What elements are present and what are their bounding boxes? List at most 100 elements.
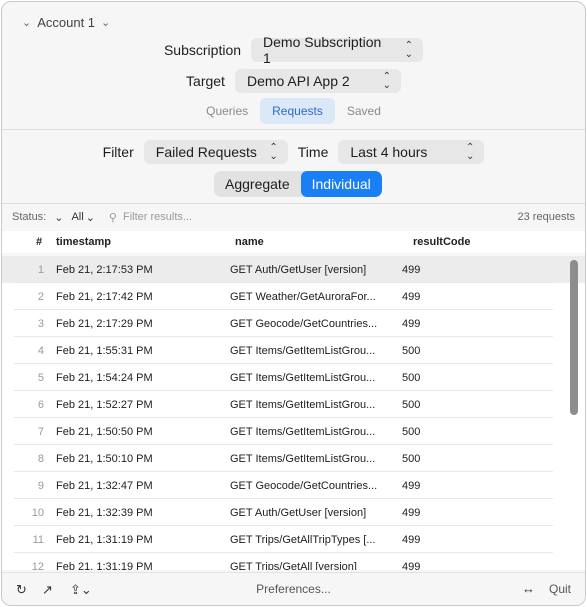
filter-select[interactable]: Failed Requests ⌃ ⌄	[143, 140, 288, 164]
col-num-header[interactable]: #	[36, 236, 42, 248]
row-result-code: 499	[402, 561, 421, 570]
aggregate-option[interactable]: Aggregate	[214, 171, 301, 197]
row-result-code: 500	[402, 372, 421, 384]
row-result-code: 499	[402, 480, 421, 492]
quit-button[interactable]: Quit	[549, 582, 571, 596]
search-icon: ⚲	[108, 211, 117, 224]
filter-label: Filter	[102, 144, 134, 160]
status-filter-bar: Status: ⌄ All ⌄ ⚲ Filter results... 23 r…	[2, 204, 585, 230]
row-number: 10	[31, 507, 44, 519]
row-name: GET Weather/GetAuroraFor...	[230, 291, 376, 303]
table-row[interactable]: 5 Feb 21, 1:54:24 PM GET Items/GetItemList…	[2, 364, 585, 391]
table-row[interactable]: 10 Feb 21, 1:32:39 PM GET Auth/GetUser [ve…	[2, 499, 585, 526]
chevron-down-icon: ⌄	[85, 211, 95, 224]
filter-row: Filter Failed Requests ⌃ ⌄ Time Last 4 ho…	[2, 140, 585, 164]
target-select[interactable]: Demo API App 2 ⌃ ⌄	[234, 69, 401, 93]
table-scrollbar[interactable]	[570, 260, 578, 415]
tab-saved[interactable]: Saved	[335, 98, 393, 124]
status-select[interactable]: All ⌄	[71, 211, 94, 224]
row-timestamp: Feb 21, 1:50:10 PM	[56, 453, 153, 465]
row-result-code: 499	[402, 291, 421, 303]
row-name: GET Items/GetItemListGrou...	[230, 453, 376, 465]
table-row[interactable]: 11 Feb 21, 1:31:19 PM GET Trips/GetAllTrip…	[2, 526, 585, 553]
row-timestamp: Feb 21, 1:32:39 PM	[56, 507, 153, 519]
row-name: GET Trips/GetAllTripTypes [...	[230, 534, 376, 546]
up-down-chevron-icon: ⌃ ⌄	[382, 71, 391, 91]
filter-search[interactable]: ⚲ Filter results...	[109, 211, 192, 224]
row-result-code: 499	[402, 264, 421, 276]
subscription-row: Subscription Demo Subscription 1 ⌃ ⌄	[2, 34, 585, 66]
target-row: Target Demo API App 2 ⌃ ⌄	[2, 69, 585, 93]
request-count: 23 requests	[517, 211, 575, 223]
table-header: # timestamp name resultCode	[2, 231, 585, 253]
account-label: Account 1	[37, 14, 96, 30]
time-select[interactable]: Last 4 hours ⌃ ⌄	[338, 140, 485, 164]
row-number: 5	[37, 372, 44, 384]
search-input[interactable]: Filter results...	[123, 211, 192, 223]
col-timestamp-header[interactable]: timestamp	[56, 236, 111, 248]
tab-queries[interactable]: Queries	[194, 98, 260, 124]
table-row[interactable]: 4 Feb 21, 1:55:31 PM GET Items/GetItemList…	[2, 337, 585, 364]
chevron-down-icon[interactable]: ⌄	[54, 211, 63, 224]
table-row[interactable]: 9 Feb 21, 1:32:47 PM GET Geocode/GetCountr…	[2, 472, 585, 499]
row-timestamp: Feb 21, 1:52:27 PM	[56, 399, 153, 411]
mode-tabs: Queries Requests Saved	[2, 98, 585, 124]
row-timestamp: Feb 21, 1:31:19 PM	[56, 534, 153, 546]
account-selector[interactable]: ⌄ Account 1 ⌄	[22, 12, 110, 32]
target-value: Demo API App 2	[246, 73, 350, 89]
row-name: GET Trips/GetAll [version]	[230, 561, 357, 570]
row-result-code: 499	[402, 507, 421, 519]
table-row[interactable]: 6 Feb 21, 1:52:27 PM GET Items/GetItemList…	[2, 391, 585, 418]
up-down-chevron-icon: ⌃ ⌄	[269, 142, 278, 162]
table-row[interactable]: 1 Feb 21, 2:17:53 PM GET Auth/GetUser [ver…	[2, 256, 585, 283]
col-resultcode-header[interactable]: resultCode	[413, 236, 470, 248]
row-timestamp: Feb 21, 1:54:24 PM	[56, 372, 153, 384]
row-number: 6	[37, 399, 44, 411]
table-row[interactable]: 8 Feb 21, 1:50:10 PM GET Items/GetItemList…	[2, 445, 585, 472]
subscription-select[interactable]: Demo Subscription 1 ⌃ ⌄	[251, 34, 424, 66]
filter-value: Failed Requests	[155, 144, 257, 160]
subscription-label: Subscription	[163, 42, 242, 58]
row-result-code: 500	[402, 345, 421, 357]
target-label: Target	[186, 73, 225, 89]
row-timestamp: Feb 21, 1:31:19 PM	[56, 561, 153, 570]
col-name-header[interactable]: name	[235, 236, 264, 248]
row-timestamp: Feb 21, 2:17:53 PM	[56, 264, 153, 276]
row-result-code: 499	[402, 534, 421, 546]
row-name: GET Auth/GetUser [version]	[230, 264, 367, 276]
row-result-code: 499	[402, 318, 421, 330]
row-number: 7	[37, 426, 44, 438]
row-name: GET Items/GetItemListGrou...	[230, 426, 376, 438]
row-number: 3	[37, 318, 44, 330]
divider	[2, 129, 585, 130]
row-number: 9	[37, 480, 44, 492]
up-down-chevron-icon: ⌃ ⌄	[404, 40, 414, 60]
table-row[interactable]: 7 Feb 21, 1:50:50 PM GET Items/GetItemList…	[2, 418, 585, 445]
table-row[interactable]: 12 Feb 21, 1:31:19 PM GET Trips/GetAll [ve…	[2, 553, 585, 570]
individual-option[interactable]: Individual	[300, 171, 382, 197]
tab-requests[interactable]: Requests	[260, 98, 335, 124]
table-row[interactable]: 2 Feb 21, 2:17:42 PM GET Weather/GetAurora…	[2, 283, 585, 310]
row-number: 2	[37, 291, 44, 303]
row-timestamp: Feb 21, 1:50:50 PM	[56, 426, 153, 438]
status-label: Status:	[12, 211, 47, 223]
row-result-code: 500	[402, 453, 421, 465]
row-timestamp: Feb 21, 1:32:47 PM	[56, 480, 153, 492]
row-number: 4	[37, 345, 44, 357]
resize-icon[interactable]: ↔	[522, 581, 535, 596]
row-timestamp: Feb 21, 1:55:31 PM	[56, 345, 153, 357]
status-value: All	[71, 211, 84, 223]
row-number: 1	[37, 264, 44, 276]
row-timestamp: Feb 21, 2:17:42 PM	[56, 291, 153, 303]
view-toggle: Aggregate Individual	[214, 171, 382, 197]
row-name: GET Items/GetItemListGrou...	[230, 345, 376, 357]
row-name: GET Items/GetItemListGrou...	[230, 372, 376, 384]
row-result-code: 500	[402, 399, 421, 411]
subscription-value: Demo Subscription 1	[263, 34, 382, 66]
requests-table: 1 Feb 21, 2:17:53 PM GET Auth/GetUser [ver…	[2, 256, 585, 570]
preferences-button[interactable]: Preferences...	[2, 582, 585, 596]
time-value: Last 4 hours	[350, 144, 428, 160]
table-row[interactable]: 3 Feb 21, 2:17:29 PM GET Geocode/GetCountr…	[2, 310, 585, 337]
chevron-down-icon: ⌄	[101, 16, 111, 29]
row-number: 8	[37, 453, 44, 465]
